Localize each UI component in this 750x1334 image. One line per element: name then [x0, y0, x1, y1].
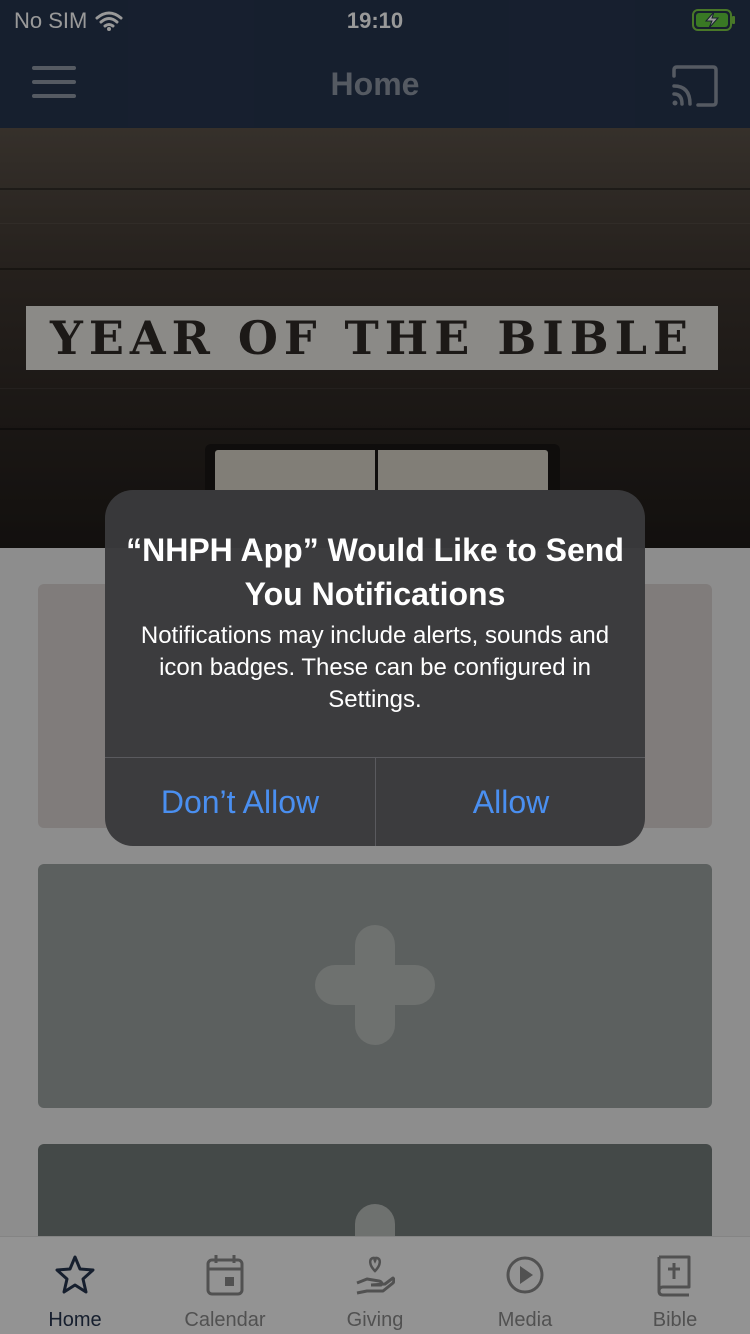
notification-permission-alert: “NHPH App” Would Like to Send You Notifi… [105, 490, 645, 846]
dont-allow-button[interactable]: Don’t Allow [105, 758, 375, 846]
allow-button[interactable]: Allow [376, 758, 645, 846]
alert-message: Notifications may include alerts, sounds… [140, 622, 610, 713]
alert-title: “NHPH App” Would Like to Send You Notifi… [126, 532, 624, 612]
